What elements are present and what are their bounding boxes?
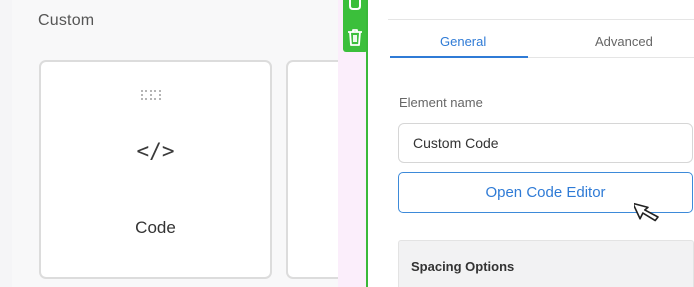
spacing-options-section[interactable]: Spacing Options	[398, 240, 694, 287]
section-heading: Spacing Options	[411, 259, 515, 274]
tab-advanced[interactable]: Advanced	[595, 34, 653, 49]
element-name-label: Element name	[399, 95, 483, 110]
mouse-cursor-icon	[634, 202, 659, 222]
tabs-divider	[528, 57, 694, 58]
element-name-input[interactable]	[398, 123, 693, 163]
tab-general[interactable]: General	[440, 34, 486, 49]
tabs-divider	[388, 19, 694, 20]
trash-icon[interactable]	[347, 28, 363, 46]
code-icon: </>	[136, 139, 175, 163]
edit-icon[interactable]	[348, 0, 362, 12]
section-title: Custom	[38, 12, 95, 29]
next-widget-card[interactable]	[286, 60, 346, 279]
drag-handle-icon[interactable]	[141, 88, 163, 102]
page-root: Custom </> Code General Advanced Element…	[0, 0, 694, 287]
left-gutter	[0, 0, 12, 287]
code-widget-label: Code	[135, 218, 176, 237]
active-tab-indicator	[390, 56, 528, 58]
code-widget-card[interactable]: </> Code	[39, 60, 272, 279]
